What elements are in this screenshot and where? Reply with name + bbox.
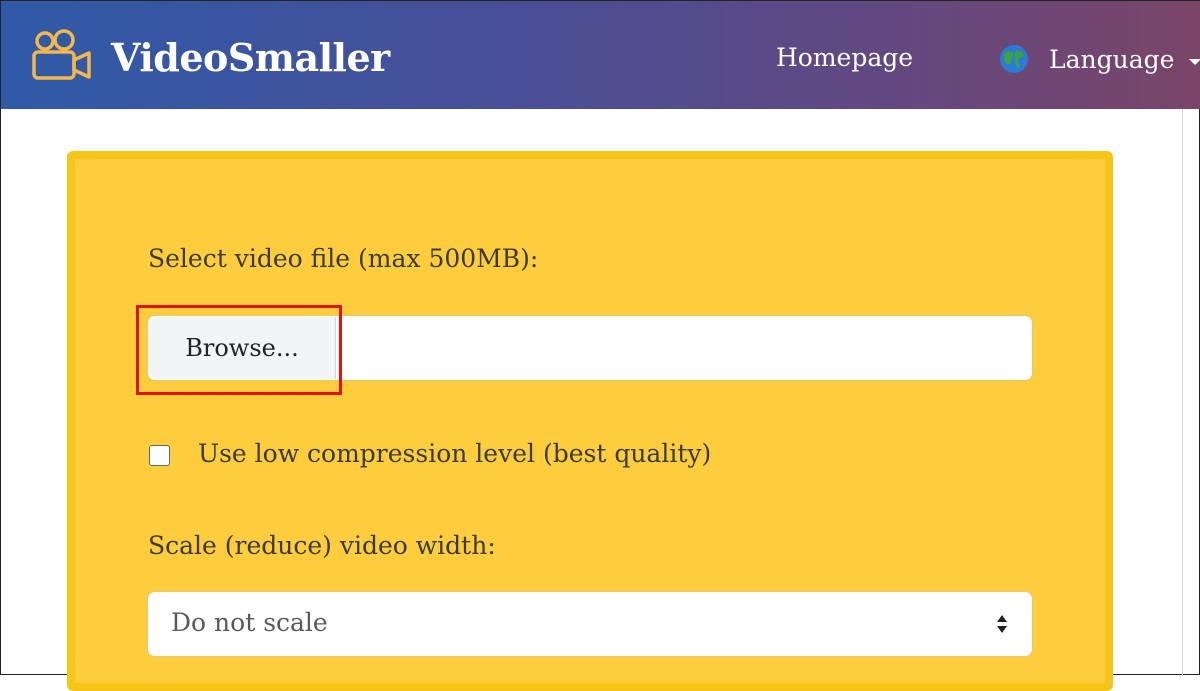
language-label: Language [1049, 44, 1175, 74]
chevron-down-icon[interactable] [1189, 59, 1200, 65]
nav-homepage-link[interactable]: Homepage [776, 43, 913, 72]
browse-button[interactable]: Browse... [149, 317, 336, 379]
video-camera-icon [32, 29, 91, 80]
scrollbar-track [1182, 109, 1183, 676]
low-compression-label[interactable]: Use low compression level (best quality) [198, 439, 711, 468]
globe-icon [1000, 45, 1028, 73]
file-select-label: Select video file (max 500MB): [148, 244, 539, 273]
top-navbar: VideoSmaller Homepage Language [1, 1, 1200, 109]
language-menu[interactable]: Language [999, 41, 1174, 77]
scale-label: Scale (reduce) video width: [148, 531, 496, 560]
select-arrows-icon [997, 615, 1007, 633]
scale-select-value[interactable]: Do not scale [171, 608, 328, 637]
low-compression-checkbox[interactable] [149, 445, 170, 466]
brand-name[interactable]: VideoSmaller [111, 35, 390, 80]
